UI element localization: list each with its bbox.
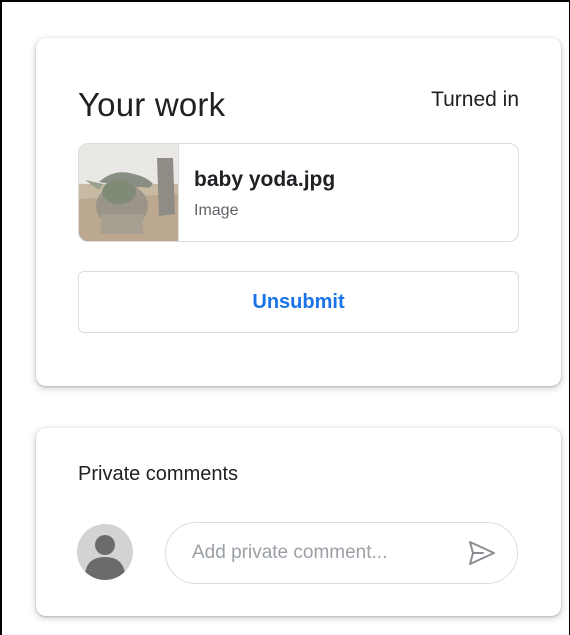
image-thumbnail: [79, 144, 179, 241]
private-comments-card: Private comments: [36, 428, 561, 616]
private-comments-title: Private comments: [78, 463, 239, 485]
baby-yoda-thumbnail-image: [79, 144, 178, 241]
attachment-name: baby yoda.jpg: [194, 168, 336, 191]
status-label: Turned in: [431, 88, 519, 111]
private-comment-input[interactable]: [192, 523, 442, 583]
unsubmit-button[interactable]: Unsubmit: [78, 271, 519, 333]
private-comment-field[interactable]: [165, 522, 518, 584]
attachment-card[interactable]: baby yoda.jpg Image: [78, 143, 519, 242]
your-work-card: Your work Turned in baby yoda.jpg Image …: [36, 38, 561, 386]
send-icon[interactable]: [467, 538, 497, 568]
person-avatar-icon: [77, 524, 133, 580]
attachment-type: Image: [194, 202, 239, 219]
your-work-title: Your work: [78, 86, 226, 123]
